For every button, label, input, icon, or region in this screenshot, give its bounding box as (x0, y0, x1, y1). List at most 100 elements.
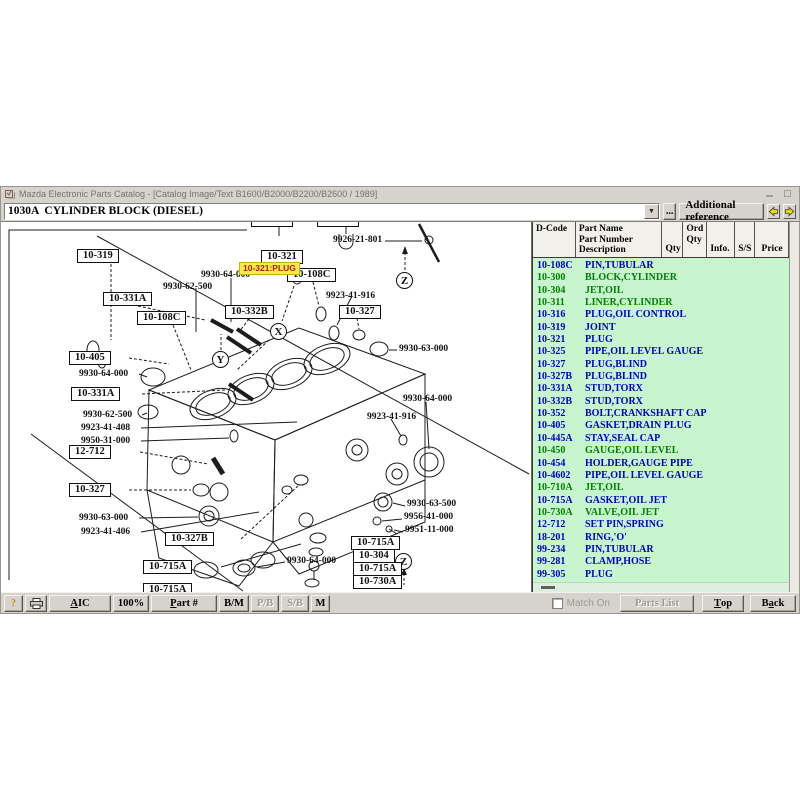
pb-button[interactable]: P/B (251, 595, 279, 612)
horizontal-scrollbar[interactable] (533, 582, 789, 592)
chevron-down-icon[interactable]: ▼ (644, 204, 659, 219)
header-qty: Qty (662, 222, 683, 257)
more-button[interactable]: ... (663, 203, 676, 220)
print-button[interactable] (25, 595, 47, 612)
aic-button[interactable]: AIC (49, 595, 111, 612)
diagram-callout[interactable]: 10-304 (353, 549, 395, 563)
row-dcode: 10-321 (533, 334, 576, 346)
title-bar: Mazda Electronic Parts Catalog - [Catalo… (1, 187, 799, 201)
row-partname: PLUG (576, 334, 789, 346)
diagram-part-number: 9930-62-500 (83, 410, 132, 420)
diagram-callout[interactable]: 10-715A (143, 560, 192, 574)
diagram-callout[interactable]: 10-327 (339, 305, 381, 319)
diagram-callout[interactable]: 10-319 (77, 249, 119, 263)
diagram-part-number: 9930-63-000 (399, 344, 448, 354)
arrow-left-icon (768, 206, 779, 217)
parts-diagram[interactable]: 10-319 10-331A 10-108C 10-405 10-331A 12-712 1… (1, 222, 532, 592)
table-row[interactable]: 10-450GAUGE,OIL LEVEL (533, 445, 789, 457)
diagram-callout[interactable]: 10-331A (103, 292, 152, 306)
table-row[interactable]: 10-730AVALVE,OIL JET (533, 507, 789, 519)
diagram-callout[interactable]: 10-715A (143, 583, 192, 592)
table-row[interactable]: 10-327PLUG,BLIND (533, 359, 789, 371)
restore-button[interactable] (781, 189, 795, 199)
section-marker-z: Z (396, 272, 413, 289)
table-row[interactable]: 10-454HOLDER,GAUGE PIPE (533, 458, 789, 470)
parts-table-header: D-Code Part Name Part Number Description… (533, 222, 789, 258)
row-partname: PLUG,BLIND (576, 359, 789, 371)
row-partname: HOLDER,GAUGE PIPE (576, 458, 789, 470)
diagram-callout[interactable]: 10-332B (225, 305, 274, 319)
horizontal-scrollbar-thumb[interactable] (541, 586, 555, 589)
table-row[interactable]: 10-300BLOCK,CYLINDER (533, 272, 789, 284)
row-dcode: 10-454 (533, 458, 576, 470)
zoom-level-button[interactable]: 100% (113, 595, 149, 612)
prev-arrow-button[interactable] (767, 204, 780, 219)
table-row[interactable]: 10-4602PIPE,OIL LEVEL GAUGE (533, 470, 789, 482)
m-button[interactable]: M (311, 595, 330, 612)
top-button[interactable]: Top (702, 595, 744, 612)
screenshot-root: Mazda Electronic Parts Catalog - [Catalo… (0, 0, 800, 800)
diagram-part-number: 9923-41-916 (367, 412, 416, 422)
diagram-callout[interactable]: 10-108C (137, 311, 186, 325)
highlighted-part-tooltip: 10-321:PLUG (239, 262, 300, 275)
header-ord-qty: Ord Qty (683, 222, 707, 257)
vertical-scrollbar[interactable] (789, 222, 799, 592)
table-row[interactable]: 10-321PLUG (533, 334, 789, 346)
diagram-callout[interactable]: 12-712 (69, 445, 111, 459)
diagram-callout[interactable]: 10-434 (317, 222, 359, 227)
help-button[interactable]: ? (4, 595, 23, 612)
table-row[interactable]: 10-319JOINT (533, 322, 789, 334)
table-row[interactable]: 10-405GASKET,DRAIN PLUG (533, 420, 789, 432)
table-row[interactable]: 10-332BSTUD,TORX (533, 396, 789, 408)
arrow-right-icon (784, 206, 795, 217)
bm-button[interactable]: B/M (219, 595, 249, 612)
table-row[interactable]: 99-234PIN,TUBULAR (533, 544, 789, 556)
table-row[interactable]: 10-311LINER,CYLINDER (533, 297, 789, 309)
diagram-callout[interactable]: 10-327B (165, 532, 214, 546)
checkbox-icon[interactable] (552, 598, 563, 609)
printer-icon (30, 598, 43, 609)
table-row[interactable]: 10-352BOLT,CRANKSHAFT CAP (533, 408, 789, 420)
additional-reference-button[interactable]: Additional reference (679, 203, 764, 220)
diagram-callout[interactable]: 10-730A (353, 575, 402, 589)
row-partname: PIPE,OIL LEVEL GAUGE (576, 346, 789, 358)
row-partname: CLAMP,HOSE (576, 556, 789, 568)
table-row[interactable]: 10-445ASTAY,SEAL CAP (533, 433, 789, 445)
header-price: Price (755, 222, 789, 257)
table-row[interactable]: 10-331ASTUD,TORX (533, 383, 789, 395)
part-number-button[interactable]: Part # (151, 595, 217, 612)
diagram-callout[interactable]: 10-715A (353, 562, 402, 576)
diagram-callout[interactable]: 10-300 (251, 222, 293, 227)
diagram-callout[interactable]: 10-405 (69, 351, 111, 365)
table-row[interactable]: 99-305PLUG (533, 569, 789, 581)
table-row[interactable]: 10-108CPIN,TUBULAR (533, 260, 789, 272)
row-partname: GASKET,OIL JET (576, 495, 789, 507)
table-row[interactable]: 18-201RING,'O' (533, 532, 789, 544)
parts-list-button[interactable]: Parts List (620, 595, 694, 612)
row-partname: STUD,TORX (576, 383, 789, 395)
diagram-callout[interactable]: 10-715A (351, 536, 400, 550)
section-combobox[interactable]: 1030A CYLINDER BLOCK (DIESEL) ▼ (4, 203, 660, 220)
status-bar: ? AIC 100% Part # B/M P/B S/B M Match On… (1, 592, 799, 613)
table-row[interactable]: 10-710AJET,OIL (533, 482, 789, 494)
table-row[interactable]: 10-304JET,OIL (533, 285, 789, 297)
next-arrow-button[interactable] (783, 204, 796, 219)
row-dcode: 10-304 (533, 285, 576, 297)
match-on-checkbox[interactable]: Match On (552, 598, 610, 609)
diagram-callout[interactable]: 10-331A (71, 387, 120, 401)
minimize-button[interactable] (763, 189, 777, 199)
row-partname: PLUG (576, 569, 789, 581)
row-dcode: 10-327 (533, 359, 576, 371)
table-row[interactable]: 99-281CLAMP,HOSE (533, 556, 789, 568)
diagram-callout[interactable]: 10-327 (69, 483, 111, 497)
table-row[interactable]: 10-327BPLUG,BLIND (533, 371, 789, 383)
table-row[interactable]: 12-712SET PIN,SPRING (533, 519, 789, 531)
back-button[interactable]: Back (750, 595, 796, 612)
table-row[interactable]: 10-316PLUG,OIL CONTROL (533, 309, 789, 321)
row-dcode: 12-712 (533, 519, 576, 531)
diagram-part-number: 9930-63-000 (79, 513, 128, 523)
table-row[interactable]: 10-715AGASKET,OIL JET (533, 495, 789, 507)
table-row[interactable]: 10-325PIPE,OIL LEVEL GAUGE (533, 346, 789, 358)
header-dcode: D-Code (533, 222, 576, 257)
sb-button[interactable]: S/B (281, 595, 309, 612)
